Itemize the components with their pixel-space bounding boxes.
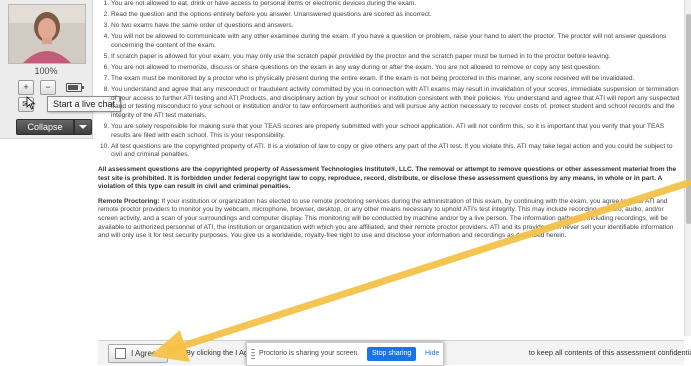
content-scrollbar[interactable] xyxy=(684,0,691,336)
rule-item: You are not allowed to eat, drink or hav… xyxy=(111,0,684,9)
cursor-icon xyxy=(26,96,36,110)
collapse-dropdown-icon[interactable] xyxy=(74,119,92,135)
remote-proctoring-text: If your institution or organization has … xyxy=(98,197,674,240)
agree-checkbox[interactable] xyxy=(115,348,126,359)
rule-item: All test questions are the copyrighted p… xyxy=(111,143,684,160)
rule-item: You are solely responsible for making su… xyxy=(111,123,684,140)
agree-button-label: I Agree xyxy=(131,349,157,358)
stop-sharing-button[interactable]: Stop sharing xyxy=(367,347,417,361)
zoom-level: 100% xyxy=(34,66,58,76)
zoom-in-icon[interactable]: + xyxy=(18,80,34,95)
proctor-panel: 100% + − ✉ Start a live chat Collapse xyxy=(0,0,122,139)
rule-item: Read the question and the options entire… xyxy=(111,11,684,20)
rule-item: The exam must be monitored by a proctor … xyxy=(111,75,684,84)
screen-share-notification: Proctorio is sharing your screen. Stop s… xyxy=(246,342,444,366)
exam-rules-content: You are not allowed to eat, drink or hav… xyxy=(98,0,684,336)
remote-proctoring-paragraph: Remote Proctoring: If your institution o… xyxy=(98,198,684,241)
rules-list: You are not allowed to eat, drink or hav… xyxy=(98,0,684,160)
webcam-person-image xyxy=(9,5,85,63)
webcam-feed xyxy=(8,4,86,64)
remote-proctoring-heading: Remote Proctoring: xyxy=(98,197,160,205)
hide-link[interactable]: Hide xyxy=(425,343,439,365)
share-notice-text: Proctorio is sharing your screen. xyxy=(259,350,360,357)
rule-item: No two exams have the same order of ques… xyxy=(111,22,684,31)
rule-item: You are not allowed to memorize, discuss… xyxy=(111,64,684,73)
scrollbar-thumb[interactable] xyxy=(686,14,691,224)
rule-item: You will not be allowed to communicate w… xyxy=(111,33,684,50)
copyright-notice: All assessment questions are the copyrig… xyxy=(98,166,677,191)
battery-icon xyxy=(66,83,84,92)
rule-item: You understand and agree that any miscon… xyxy=(111,86,684,120)
i-agree-button[interactable]: I Agree xyxy=(108,344,168,363)
drag-handle-icon[interactable] xyxy=(251,349,255,359)
collapse-button[interactable]: Collapse xyxy=(16,119,74,135)
zoom-out-icon[interactable]: − xyxy=(40,80,56,95)
rule-item: If scratch paper is allowed for your exa… xyxy=(111,53,684,62)
agree-statement-end: to keep all contents of this assessment … xyxy=(528,348,691,357)
